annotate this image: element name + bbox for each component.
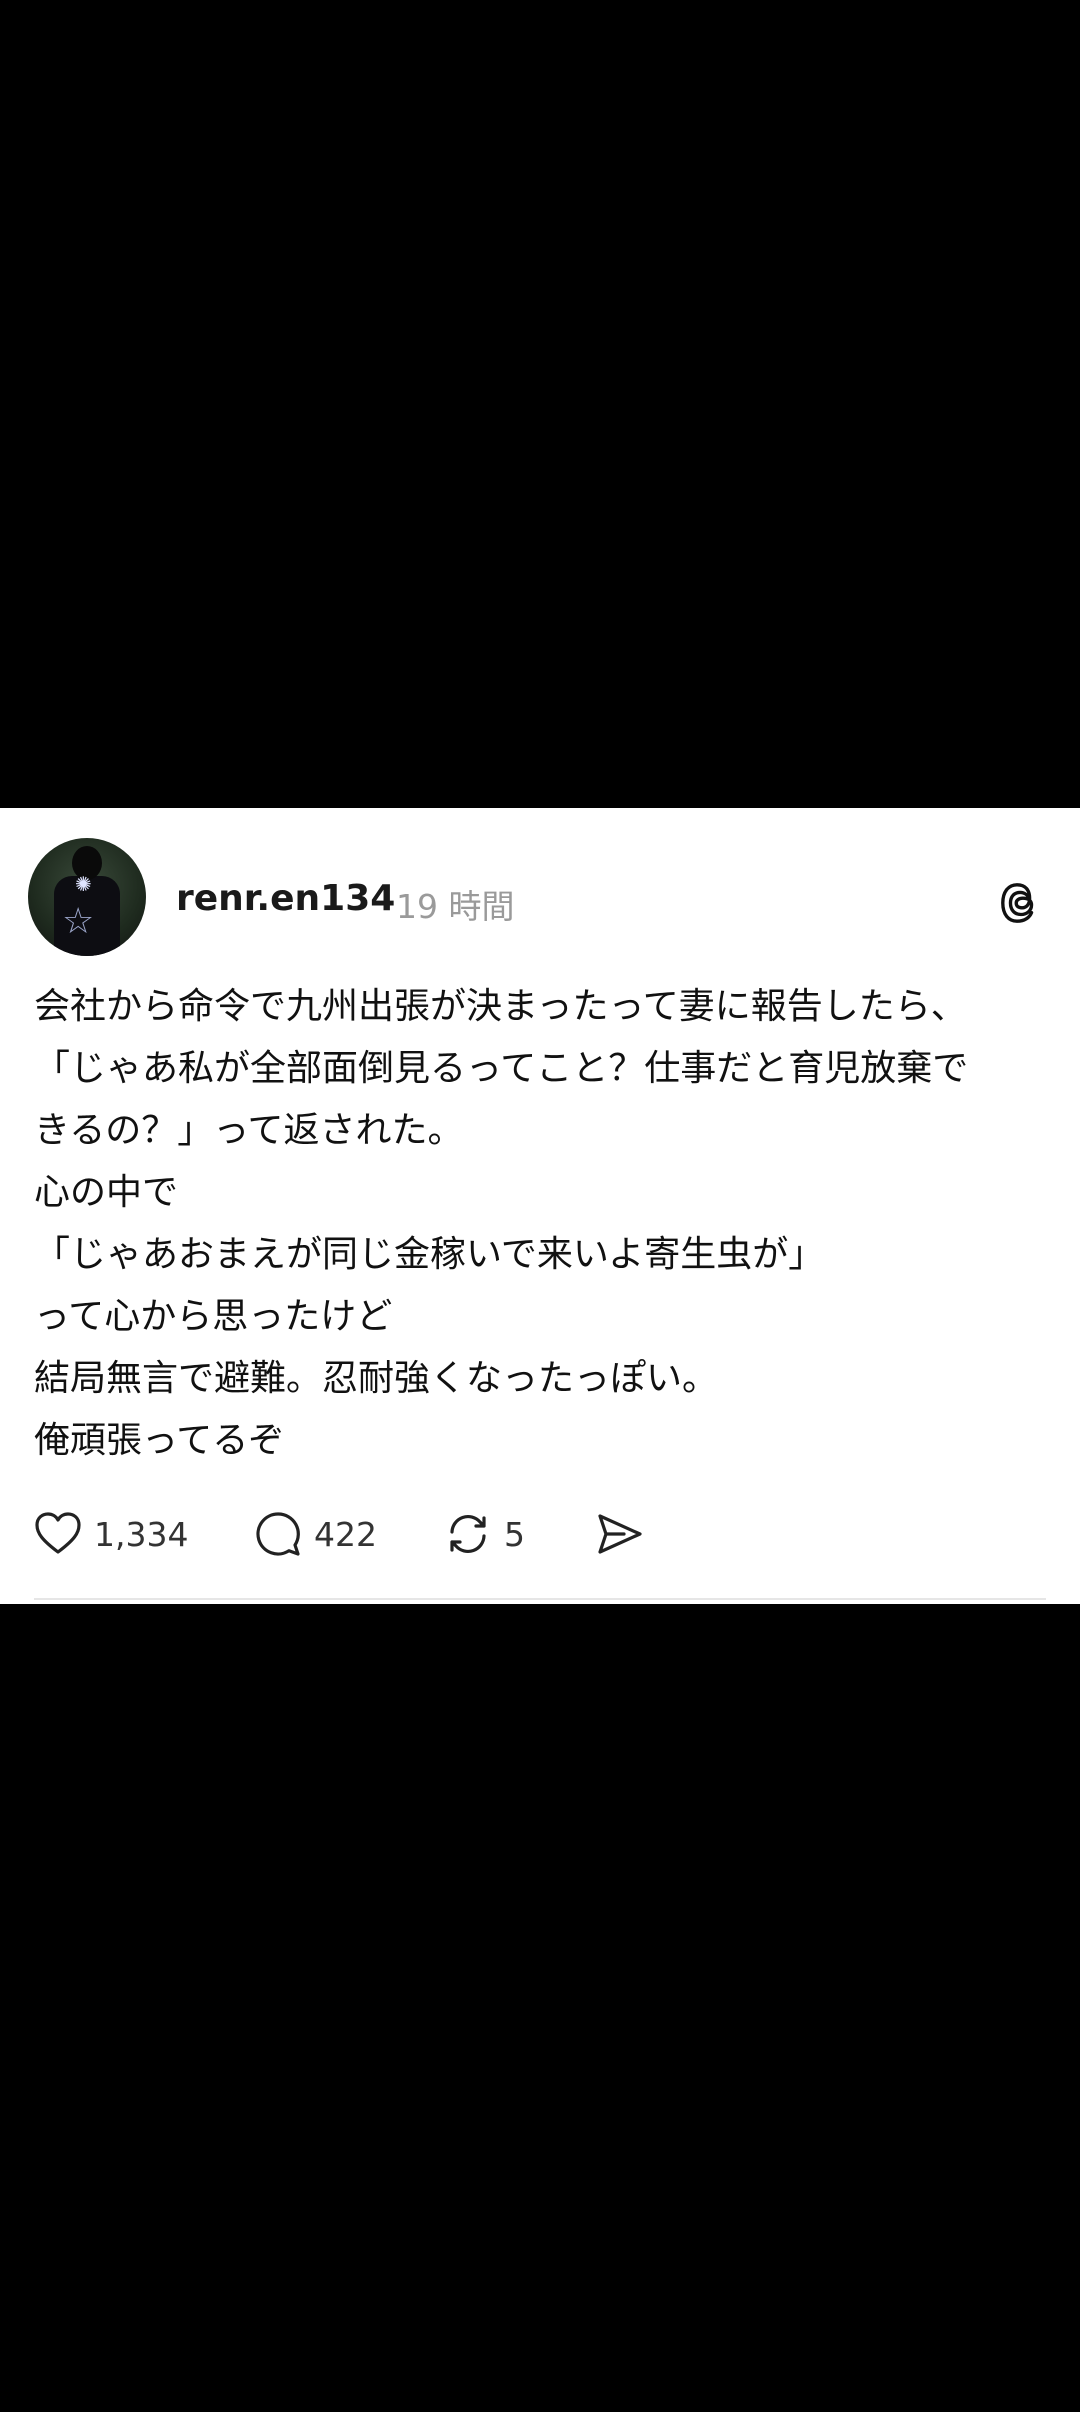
post-line: って心から思ったけど xyxy=(34,1296,393,1337)
reply-button[interactable]: 422 xyxy=(252,1504,377,1564)
avatar-emblem: ✺ xyxy=(75,872,92,896)
post-line: 会社から命令で九州出張が決まったって妻に報告したら、 xyxy=(34,986,967,1027)
post-line: 結局無言で避難。忍耐強くなったっぽい。 xyxy=(34,1358,719,1399)
share-button[interactable] xyxy=(594,1504,646,1564)
threads-logo-icon[interactable] xyxy=(998,880,1044,926)
post-line: 心の中で xyxy=(34,1172,179,1213)
post-line: きるの？」って返された。 xyxy=(34,1110,464,1151)
post-line: 「じゃあおまえが同じ金稼いで来いよ寄生虫が」 xyxy=(34,1234,825,1275)
send-icon xyxy=(598,1514,642,1554)
post-card: ✺ ☆ renr.en134 19 時間 会社から命令で九州出張が決まったって妻… xyxy=(0,808,1080,1604)
avatar[interactable]: ✺ ☆ xyxy=(28,838,146,956)
repost-count: 5 xyxy=(504,1514,525,1554)
like-button[interactable]: 1,334 xyxy=(32,1504,188,1564)
repost-icon xyxy=(450,1514,486,1554)
repost-button[interactable]: 5 xyxy=(442,1504,525,1564)
divider xyxy=(34,1598,1046,1600)
like-count: 1,334 xyxy=(94,1514,189,1554)
post-line: 「じゃあ私が全部面倒見るってこと？仕事だと育児放棄で xyxy=(34,1048,969,1089)
action-bar: 1,334 422 5 xyxy=(0,1504,1080,1564)
avatar-star: ☆ xyxy=(62,901,95,942)
post-body: 会社から命令で九州出張が決まったって妻に報告したら、 「じゃあ私が全部面倒見るっ… xyxy=(34,976,1054,1472)
comment-icon xyxy=(256,1512,300,1556)
post-timestamp: 19 時間 xyxy=(396,887,515,926)
username[interactable]: renr.en134 xyxy=(176,878,395,919)
heart-icon xyxy=(35,1512,81,1554)
post-line: 俺頑張ってるぞ xyxy=(34,1420,285,1461)
reply-count: 422 xyxy=(314,1514,377,1554)
